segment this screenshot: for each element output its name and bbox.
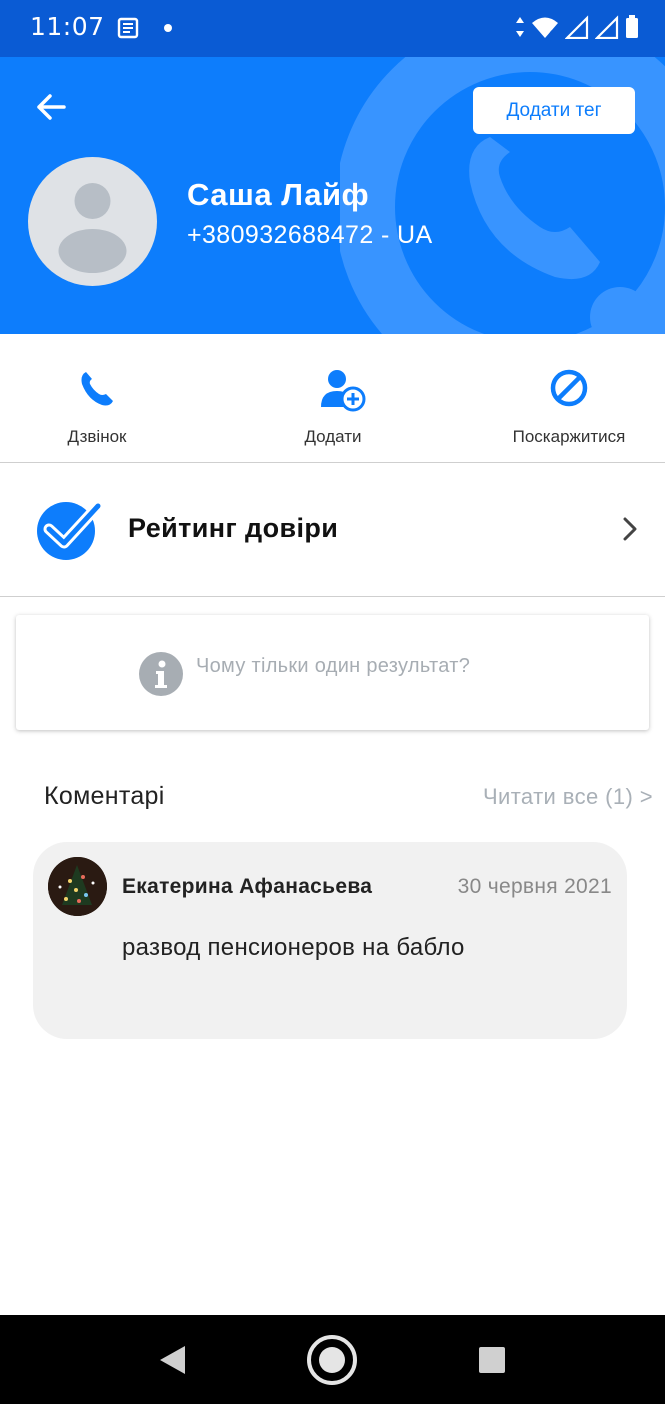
- svg-text:4: 4: [548, 30, 554, 39]
- person-placeholder-icon: [58, 183, 127, 273]
- add-tag-button[interactable]: Додати тег: [473, 87, 635, 134]
- trust-rating-label: Рейтинг довіри: [128, 513, 339, 543]
- call-label: Дзвінок: [67, 427, 127, 446]
- contact-avatar: [28, 157, 157, 286]
- block-icon: [550, 369, 588, 407]
- notification-dot: [164, 24, 172, 32]
- commenter-avatar: [48, 857, 107, 916]
- commenter-photo: [48, 857, 107, 916]
- status-bar: 11:07 4: [0, 0, 665, 57]
- wifi-icon: 4: [532, 17, 558, 39]
- phone-icon: [81, 372, 113, 406]
- news-icon: [117, 17, 139, 39]
- data-arrows-icon: [516, 17, 524, 37]
- why-one-result-card[interactable]: Чому тільки один результат?: [16, 615, 649, 730]
- info-icon: [139, 652, 183, 696]
- signal-icon-2: [595, 15, 619, 39]
- action-bar: Дзвінок Додати Поскаржитися: [0, 334, 665, 463]
- report-label: Поскаржитися: [512, 427, 626, 446]
- report-button[interactable]: Поскаржитися: [469, 334, 665, 463]
- recents-square-icon[interactable]: [452, 1315, 532, 1404]
- contact-name: Саша Лайф: [187, 177, 370, 212]
- trust-rating-row[interactable]: Рейтинг довіри: [0, 463, 665, 597]
- comment-card: Екатерина Афанасьева 30 червня 2021 разв…: [33, 842, 627, 1039]
- home-circle-icon[interactable]: [292, 1315, 372, 1404]
- chevron-right-icon: [623, 517, 637, 541]
- add-contact-icon: [321, 370, 366, 412]
- call-button[interactable]: Дзвінок: [0, 334, 197, 463]
- comment-author: Екатерина Афанасьева: [122, 875, 373, 898]
- system-nav-bar: [0, 1315, 665, 1404]
- contact-phone: +380932688472 - UA: [187, 221, 433, 249]
- add-contact-label: Додати: [304, 427, 362, 446]
- checkmark-badge-icon: [37, 500, 102, 560]
- contact-header: Додати тег Саша Лайф +380932688472 - UA: [0, 57, 665, 334]
- why-one-result-text: Чому тільки один результат?: [196, 655, 471, 677]
- back-triangle-icon[interactable]: [132, 1315, 212, 1404]
- comments-title: Коментарі: [44, 782, 165, 810]
- back-arrow-icon[interactable]: [30, 87, 70, 127]
- comment-text: развод пенсионеров на бабло: [122, 934, 465, 961]
- signal-icon: [565, 15, 589, 39]
- status-time: 11:07: [30, 12, 105, 41]
- add-contact-button[interactable]: Додати: [233, 334, 433, 463]
- comment-date: 30 червня 2021: [457, 875, 612, 898]
- battery-icon: [626, 15, 638, 38]
- read-all-comments-link[interactable]: Читати все (1) >: [483, 784, 653, 810]
- status-icons: 4: [515, 13, 639, 41]
